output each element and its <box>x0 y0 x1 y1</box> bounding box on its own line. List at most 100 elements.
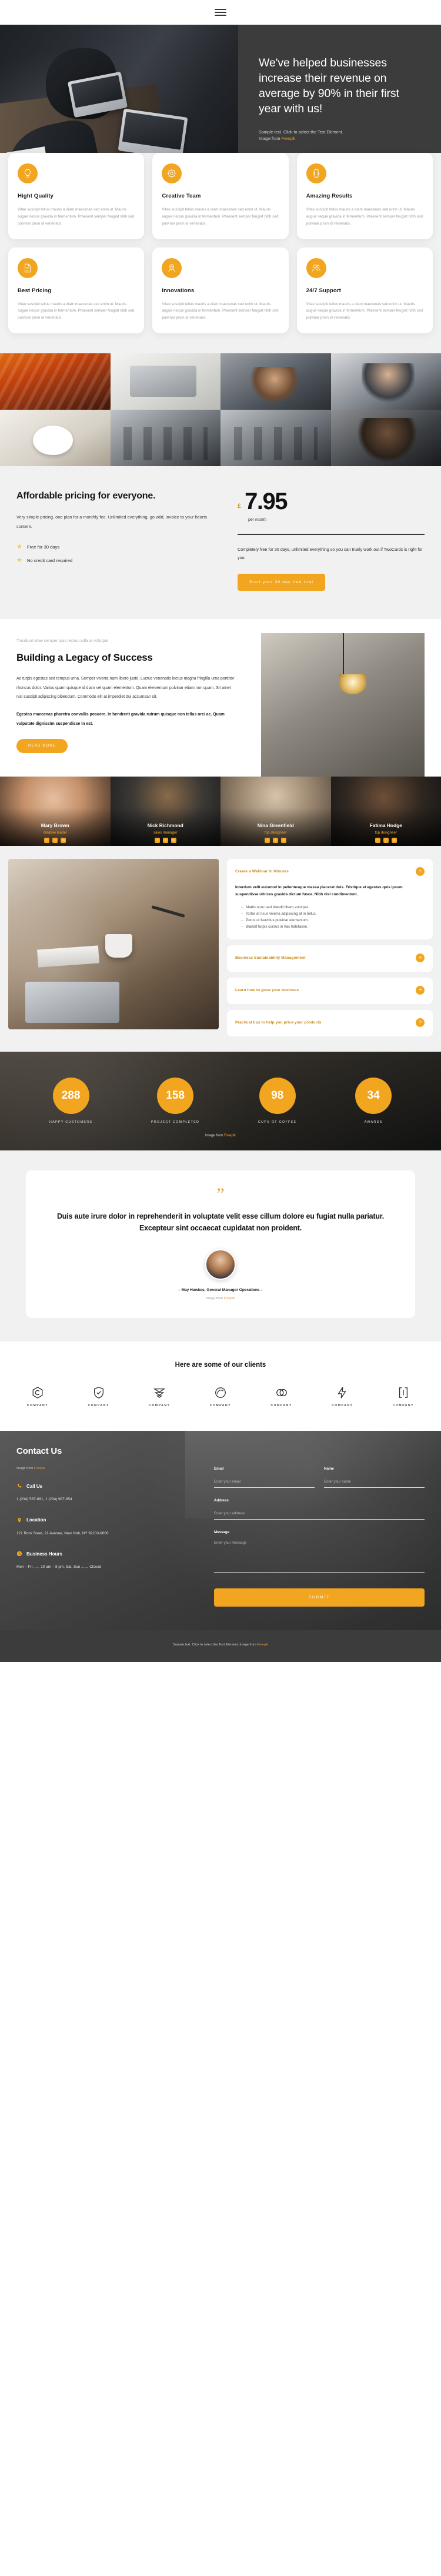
accordion-bullets: Mattis nunc sed blandit libero volutpat.… <box>235 904 425 930</box>
book-shape <box>37 945 100 968</box>
freepik-link[interactable]: Freepik <box>224 1297 235 1300</box>
linkedin-icon[interactable]: in <box>61 838 66 844</box>
twitter-icon[interactable]: t <box>273 838 279 844</box>
testimonial-quote: Duis aute irure dolor in reprehenderit i… <box>56 1212 385 1233</box>
freepik-link[interactable]: Freepik <box>257 1643 268 1647</box>
address-input[interactable] <box>214 1509 425 1520</box>
feature-card[interactable]: Best Pricing Vitae suscipit tellus mauri… <box>8 247 145 334</box>
plus-icon[interactable]: + <box>416 1018 425 1028</box>
accordion-body: Interdum velit euismod in pellentesque m… <box>235 884 425 930</box>
feature-card[interactable]: Amazing Results Vitae suscipit tellus ma… <box>296 153 433 239</box>
client-logo-item[interactable]: COMPANY <box>195 1385 246 1407</box>
checklist-document-icon <box>18 257 38 278</box>
hero-sample-text: Sample text. Click to select the Text El… <box>259 129 343 135</box>
team-member-card[interactable]: Fatima Hodge top designeer f t in <box>330 777 441 847</box>
email-input[interactable] <box>214 1477 315 1488</box>
mosaic-image-canyon <box>0 353 111 410</box>
counter-label: CUPS OF COFFEE <box>258 1120 297 1124</box>
quote-mark-icon: ” <box>216 1185 225 1205</box>
feature-body: Vitae suscipit tellus mauris a diam maec… <box>18 208 135 226</box>
linkedin-icon[interactable]: in <box>391 838 397 844</box>
feature-card[interactable]: Hight Quality Vitae suscipit tellus maur… <box>8 153 145 239</box>
accordion-item[interactable]: Business Sustainability Management + <box>227 945 433 972</box>
client-logo-item[interactable]: COMPANY <box>377 1385 429 1407</box>
feature-card[interactable]: 24/7 Support Vitae suscipit tellus mauri… <box>296 247 433 334</box>
accordion-item[interactable]: Practical tips to help you price your pr… <box>227 1010 433 1037</box>
client-logo-item[interactable]: COMPANY <box>256 1385 308 1407</box>
feature-body: Vitae suscipit tellus mauris a diam maec… <box>162 302 279 320</box>
accordion-header[interactable]: Business Sustainability Management + <box>235 954 425 963</box>
accordion-item[interactable]: Create a Webinar in Minutes + Interdum v… <box>227 859 433 940</box>
phone-icon <box>18 1484 22 1488</box>
social-links: f t in <box>220 838 331 844</box>
testimonial-card: ” Duis aute irure dolor in reprehenderit… <box>26 1170 415 1319</box>
legacy-right <box>249 633 425 781</box>
linkedin-icon[interactable]: in <box>281 838 287 844</box>
feature-body: Vitae suscipit tellus mauris a diam maec… <box>306 208 423 226</box>
name-label: Name <box>324 1467 334 1471</box>
linkedin-icon[interactable]: in <box>171 838 176 844</box>
client-logo-item[interactable]: COMPANY <box>12 1385 64 1407</box>
team-member-card[interactable]: Nick Richmond sales manager f t in <box>110 777 221 847</box>
counter-value: 98 <box>259 1077 296 1114</box>
accordion-bullet: Purus ut faucibus pulvinar elementum. <box>241 917 425 924</box>
feature-title: Innovations <box>162 287 195 294</box>
contact-block-title: Business Hours <box>26 1551 62 1557</box>
facebook-icon[interactable]: f <box>44 838 50 844</box>
hamburger-menu-icon[interactable] <box>215 9 226 16</box>
burger-line <box>215 15 226 16</box>
client-name: COMPANY <box>149 1404 171 1408</box>
facebook-icon[interactable]: f <box>375 838 380 844</box>
mosaic-row <box>0 353 441 410</box>
read-more-button[interactable]: READ MORE <box>16 739 68 754</box>
team-member-card[interactable]: Mary Brown creative leader f t in <box>0 777 111 847</box>
client-logo-item[interactable]: COMPANY <box>316 1385 368 1407</box>
submit-button[interactable]: SUBMIT <box>214 1588 425 1607</box>
photo-overlay <box>0 777 111 847</box>
mosaic-image-desk <box>110 353 220 410</box>
message-textarea[interactable] <box>214 1538 425 1573</box>
freepik-link[interactable]: Freepik <box>224 1134 236 1138</box>
accordion-header[interactable]: Practical tips to help you price your pr… <box>235 1018 425 1028</box>
social-links: f t in <box>111 838 221 844</box>
pricing-body: Very simple pricing, one plan for a mont… <box>16 514 208 529</box>
accordion-header[interactable]: Learn how to grow your business + <box>235 986 425 995</box>
counter-value: 34 <box>355 1077 392 1114</box>
accordion-title: Business Sustainability Management <box>235 956 306 961</box>
counter-item: 34 AWARDS <box>355 1077 392 1125</box>
accordion-header[interactable]: Create a Webinar in Minutes + <box>235 867 425 876</box>
facebook-icon[interactable]: f <box>265 838 270 844</box>
accordion-list: Create a Webinar in Minutes + Interdum v… <box>227 859 433 1037</box>
plus-icon[interactable]: + <box>416 954 425 963</box>
testimonial-image-credit: Image from Freepik <box>206 1297 235 1301</box>
name-input[interactable] <box>324 1477 425 1488</box>
price-period: per month <box>248 518 267 523</box>
twitter-icon[interactable]: t <box>52 838 58 844</box>
freepik-link[interactable]: Freepik <box>281 136 295 141</box>
start-trial-button[interactable]: Start your 30 day free trial <box>238 574 326 591</box>
lightning-bolt-logo <box>316 1385 368 1400</box>
accordion-bullet: Mattis nunc sed blandit libero volutpat. <box>241 904 425 911</box>
contact-block-header: Location <box>16 1517 193 1523</box>
plus-icon[interactable]: + <box>416 986 425 995</box>
accordion-item[interactable]: Learn how to grow your business + <box>227 978 433 1005</box>
hero-credit: Sample text. Click to select the Text El… <box>259 129 423 143</box>
twitter-icon[interactable]: t <box>162 838 168 844</box>
counter-item: 98 CUPS OF COFFEE <box>258 1077 297 1125</box>
lightbulb-icon <box>18 163 38 183</box>
client-logo-item[interactable]: COMPANY <box>73 1385 125 1407</box>
mosaic-image-meeting <box>220 410 331 467</box>
freepik-link[interactable]: Freepik <box>34 1467 45 1470</box>
counter-item: 158 PROJECT COMPLETED <box>151 1077 199 1125</box>
feature-card[interactable]: Creative Team Vitae suscipit tellus maur… <box>152 153 289 239</box>
plus-icon[interactable]: + <box>416 867 425 876</box>
team-member-card[interactable]: Nina Greenfield top designeer f t in <box>220 777 331 847</box>
client-logo-item[interactable]: COMPANY <box>133 1385 185 1407</box>
testimonial-section: ” Duis aute irure dolor in reprehenderit… <box>0 1150 441 1342</box>
twitter-icon[interactable]: t <box>383 838 389 844</box>
legacy-heading: Building a Legacy of Success <box>16 652 153 664</box>
facebook-icon[interactable]: f <box>154 838 160 844</box>
contact-block-location: Location 121 Rock Sreet, 21 Avenue, New … <box>16 1517 193 1537</box>
feature-card[interactable]: Innovations Vitae suscipit tellus mauris… <box>152 247 289 334</box>
team-member-role: top designeer <box>265 831 287 835</box>
